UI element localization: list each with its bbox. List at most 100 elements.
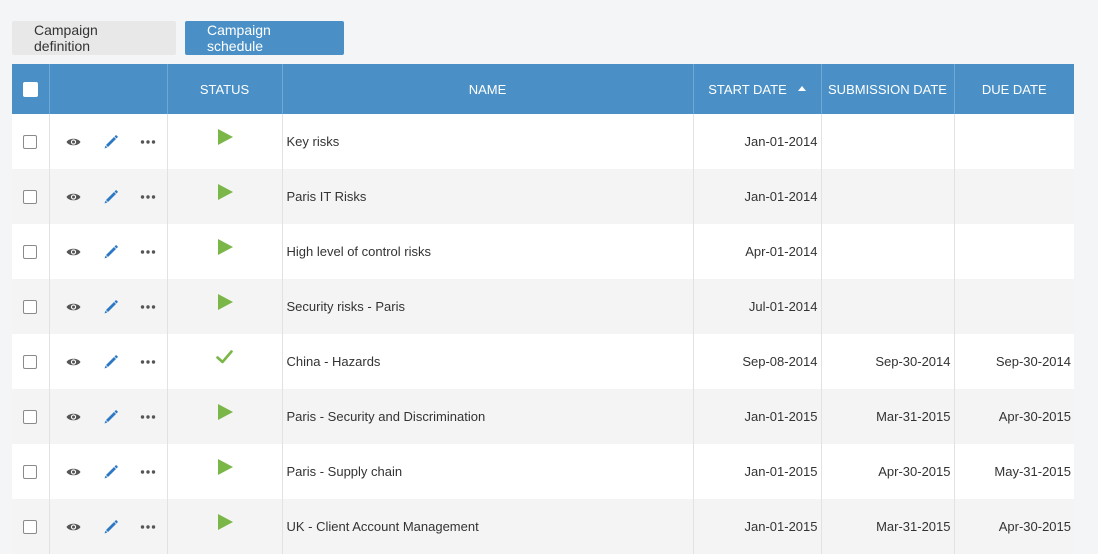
due-date-cell: Apr-30-2015	[953, 499, 1074, 554]
start-date-cell: Jan-01-2015	[692, 444, 821, 499]
status-cell	[166, 114, 282, 169]
pencil-icon[interactable]	[101, 517, 121, 537]
actions-header	[48, 64, 167, 114]
status-cell	[166, 169, 282, 224]
eye-icon[interactable]	[64, 297, 84, 317]
row-checkbox[interactable]	[23, 355, 38, 370]
more-options-icon[interactable]	[138, 517, 158, 537]
submission-date-cell: Mar-31-2015	[820, 389, 954, 444]
row-select-cell	[12, 279, 49, 334]
pencil-icon[interactable]	[101, 242, 121, 262]
name-column-header[interactable]: NAME	[281, 64, 693, 114]
submission-date-cell	[820, 224, 954, 279]
name-cell: Key risks	[281, 114, 693, 169]
row-actions	[48, 224, 167, 279]
eye-icon[interactable]	[64, 517, 84, 537]
table-row[interactable]: Paris - Security and Discrimination Jan-0…	[12, 389, 1074, 444]
start-date-cell: Jan-01-2015	[692, 499, 821, 554]
start-date-cell: Jul-01-2014	[692, 279, 821, 334]
more-options-icon[interactable]	[138, 132, 158, 152]
row-actions	[48, 444, 167, 499]
row-actions	[48, 279, 167, 334]
due-date-cell: May-31-2015	[953, 444, 1074, 499]
eye-icon[interactable]	[64, 187, 84, 207]
row-checkbox[interactable]	[23, 245, 38, 260]
tab-campaign-definition[interactable]: Campaign definition	[12, 21, 176, 55]
row-select-cell	[12, 444, 49, 499]
name-cell: Paris - Supply chain	[281, 444, 693, 499]
more-options-icon[interactable]	[138, 407, 158, 427]
pencil-icon[interactable]	[101, 407, 121, 427]
name-cell: Paris - Security and Discrimination	[281, 389, 693, 444]
row-checkbox[interactable]	[23, 190, 38, 205]
status-cell	[166, 389, 282, 444]
name-cell: UK - Client Account Management	[281, 499, 693, 554]
due-date-cell	[953, 169, 1074, 224]
campaign-table: STATUS NAME START DATE SUBMISSION DATE D…	[12, 64, 1074, 554]
pencil-icon[interactable]	[101, 352, 121, 372]
table-row[interactable]: Paris IT Risks Jan-01-2014	[12, 169, 1074, 224]
more-options-icon[interactable]	[138, 462, 158, 482]
due-date-cell	[953, 279, 1074, 334]
row-select-cell	[12, 389, 49, 444]
pencil-icon[interactable]	[101, 462, 121, 482]
status-cell	[166, 279, 282, 334]
start-date-cell: Apr-01-2014	[692, 224, 821, 279]
more-options-icon[interactable]	[138, 352, 158, 372]
eye-icon[interactable]	[64, 407, 84, 427]
due-date-cell: Apr-30-2015	[953, 389, 1074, 444]
due-date-column-header[interactable]: DUE DATE	[953, 64, 1074, 114]
table-row[interactable]: High level of control risks Apr-01-2014	[12, 224, 1074, 279]
name-cell: High level of control risks	[281, 224, 693, 279]
row-checkbox[interactable]	[23, 465, 38, 480]
sort-ascending-icon	[797, 85, 806, 91]
more-options-icon[interactable]	[138, 297, 158, 317]
eye-icon[interactable]	[64, 132, 84, 152]
row-checkbox[interactable]	[23, 135, 38, 150]
submission-date-cell: Mar-31-2015	[820, 499, 954, 554]
row-select-cell	[12, 499, 49, 554]
tab-bar: Campaign definition Campaign schedule	[12, 21, 344, 55]
pencil-icon[interactable]	[101, 132, 121, 152]
due-date-cell	[953, 114, 1074, 169]
start-date-column-header[interactable]: START DATE	[692, 64, 821, 114]
table-row[interactable]: UK - Client Account Management Jan-01-201…	[12, 499, 1074, 554]
select-all-header	[12, 64, 49, 114]
more-options-icon[interactable]	[138, 242, 158, 262]
check-icon	[216, 350, 233, 367]
submission-date-column-header[interactable]: SUBMISSION DATE	[820, 64, 954, 114]
more-options-icon[interactable]	[138, 187, 158, 207]
name-cell: Security risks - Paris	[281, 279, 693, 334]
name-cell: Paris IT Risks	[281, 169, 693, 224]
play-icon	[217, 404, 233, 423]
table-row[interactable]: Key risks Jan-01-2014	[12, 114, 1074, 169]
table-row[interactable]: China - Hazards Sep-08-2014 Sep-30-2014 Sep…	[12, 334, 1074, 389]
row-checkbox[interactable]	[23, 520, 38, 535]
eye-icon[interactable]	[64, 242, 84, 262]
due-date-cell: Sep-30-2014	[953, 334, 1074, 389]
eye-icon[interactable]	[64, 352, 84, 372]
play-icon	[217, 129, 233, 148]
status-cell	[166, 334, 282, 389]
pencil-icon[interactable]	[101, 187, 121, 207]
row-select-cell	[12, 334, 49, 389]
row-actions	[48, 169, 167, 224]
table-row[interactable]: Paris - Supply chain Jan-01-2015 Apr-30-20…	[12, 444, 1074, 499]
play-icon	[217, 184, 233, 203]
row-checkbox[interactable]	[23, 410, 38, 425]
status-column-header[interactable]: STATUS	[166, 64, 282, 114]
start-date-header-label: START DATE	[708, 81, 787, 97]
table-row[interactable]: Security risks - Paris Jul-01-2014	[12, 279, 1074, 334]
play-icon	[217, 294, 233, 313]
row-checkbox[interactable]	[23, 300, 38, 315]
select-all-checkbox[interactable]	[22, 82, 38, 98]
row-select-cell	[12, 114, 49, 169]
row-actions	[48, 114, 167, 169]
eye-icon[interactable]	[64, 462, 84, 482]
table-header-row: STATUS NAME START DATE SUBMISSION DATE D…	[12, 64, 1074, 114]
submission-date-cell	[820, 169, 954, 224]
pencil-icon[interactable]	[101, 297, 121, 317]
play-icon	[217, 514, 233, 533]
tab-campaign-schedule[interactable]: Campaign schedule	[185, 21, 344, 55]
name-cell: China - Hazards	[281, 334, 693, 389]
